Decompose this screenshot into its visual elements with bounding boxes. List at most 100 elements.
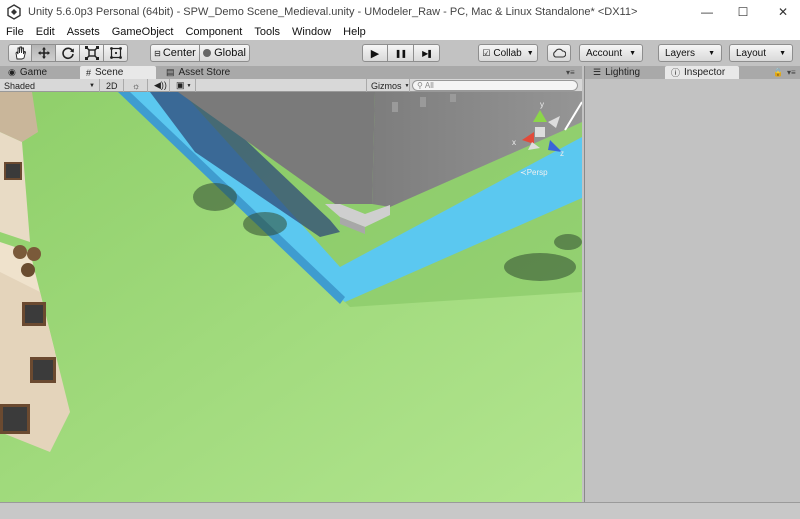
window-title: Unity 5.6.0p3 Personal (64bit) - SPW_Dem…	[28, 6, 638, 18]
tree-shadow	[554, 234, 582, 250]
chevron-down-icon: ▼	[89, 82, 95, 89]
layers-dropdown[interactable]: Layers ▼	[658, 44, 722, 62]
pivot-label: Center	[162, 47, 196, 59]
tree-shadow	[243, 212, 287, 236]
chevron-down-icon: ▼	[526, 49, 534, 57]
status-bar	[0, 502, 800, 519]
tab-inspector[interactable]: ⓘ Inspector	[665, 66, 739, 79]
menu-file[interactable]: File	[0, 24, 30, 40]
hand-tool-button[interactable]	[8, 44, 32, 62]
chevron-down-icon: ▼	[186, 82, 192, 89]
menu-window[interactable]: Window	[286, 24, 337, 40]
tab-asset-store[interactable]: ▤ Asset Store	[160, 66, 250, 79]
tab-scene[interactable]: # Scene	[80, 66, 156, 79]
transform-tools	[8, 44, 128, 62]
rotate-icon	[61, 47, 74, 60]
sun-icon: ☼	[132, 80, 141, 91]
layout-label: Layout	[736, 47, 767, 59]
menu-edit[interactable]: Edit	[30, 24, 61, 40]
tab-inspector-label: Inspector	[684, 67, 726, 78]
collab-dropdown[interactable]: ☑ Collab ▼	[478, 44, 538, 62]
image-icon: ▣	[176, 80, 185, 90]
shading-mode-label: Shaded	[4, 80, 36, 91]
gizmo-x-label: x	[512, 138, 516, 147]
gizmos-dropdown[interactable]: Gizmos ▼	[366, 79, 410, 92]
tree-shadow	[193, 183, 237, 211]
chevron-down-icon: ▼	[779, 49, 786, 57]
scene-viewport[interactable]: y x z ≺Persp	[0, 92, 582, 502]
projection-text: Persp	[526, 168, 548, 177]
rect-tool-button[interactable]	[104, 44, 128, 62]
pause-button[interactable]: ❚❚	[388, 44, 414, 62]
inspector-panel: ☰ Lighting ⓘ Inspector 🔒 ▾≡	[584, 66, 800, 502]
lock-icon[interactable]: 🔒	[773, 68, 783, 77]
store-bag-icon: ▤	[166, 67, 175, 77]
scene-search-input[interactable]: ⚲ All	[412, 80, 578, 91]
rect-transform-icon	[109, 47, 122, 59]
scale-tool-button[interactable]	[80, 44, 104, 62]
hand-icon	[15, 46, 27, 60]
menu-assets[interactable]: Assets	[61, 24, 106, 40]
step-icon: ▶❚	[422, 48, 433, 58]
shading-mode-dropdown[interactable]: Shaded ▼	[0, 79, 100, 92]
panel-menu-icon[interactable]: ▾≡	[566, 68, 575, 77]
audio-toggle-button[interactable]: ◀))	[150, 79, 170, 92]
layout-dropdown[interactable]: Layout ▼	[729, 44, 793, 62]
space-global-button[interactable]: Global	[200, 44, 250, 62]
title-bar: Unity 5.6.0p3 Personal (64bit) - SPW_Dem…	[0, 0, 800, 24]
menu-gameobject[interactable]: GameObject	[106, 24, 180, 40]
menu-help[interactable]: Help	[337, 24, 372, 40]
gizmo-z-label: z	[560, 149, 564, 158]
pivot-icon: ⊟	[154, 48, 161, 58]
menu-tools[interactable]: Tools	[248, 24, 286, 40]
gizmo-center-cube[interactable]	[535, 127, 545, 137]
tab-game[interactable]: ◉ Game	[2, 66, 76, 79]
account-dropdown[interactable]: Account ▼	[579, 44, 643, 62]
tab-lighting-label: Lighting	[605, 67, 641, 78]
collab-label: Collab	[493, 47, 522, 59]
lighting-toggle-button[interactable]: ☼	[128, 79, 148, 92]
close-button[interactable]: ✕	[760, 0, 800, 24]
effects-dropdown[interactable]: ▣ ▼	[172, 79, 196, 92]
battlement	[392, 102, 398, 112]
panel-menu-icon[interactable]: ▾≡	[787, 68, 796, 77]
speaker-icon: ◀))	[154, 80, 167, 90]
move-tool-button[interactable]	[32, 44, 56, 62]
pause-icon: ❚❚	[394, 48, 407, 58]
chevron-down-icon: ▼	[629, 49, 636, 57]
chevron-down-icon: ▼	[404, 82, 410, 89]
menu-bar: File Edit Assets GameObject Component To…	[0, 24, 800, 40]
cloud-button[interactable]	[547, 44, 571, 62]
search-placeholder: All	[424, 81, 434, 90]
scene-render	[0, 92, 582, 502]
info-icon: ⓘ	[671, 68, 681, 78]
pivot-center-button[interactable]: ⊟ Center	[150, 44, 200, 62]
mode-2d-label: 2D	[106, 80, 118, 91]
play-button[interactable]: ▶	[362, 44, 388, 62]
projection-label[interactable]: ≺Persp	[520, 168, 548, 177]
lighting-icon: ☰	[593, 67, 602, 77]
step-button[interactable]: ▶❚	[414, 44, 440, 62]
tab-asset-store-label: Asset Store	[178, 67, 231, 78]
menu-component[interactable]: Component	[179, 24, 248, 40]
globe-icon	[203, 49, 212, 57]
account-label: Account	[586, 47, 623, 59]
scene-view-toolbar: Shaded ▼ 2D ☼ ◀)) ▣ ▼ Gizmos ▼ ⚲ All	[0, 79, 582, 92]
tab-lighting[interactable]: ☰ Lighting	[587, 66, 659, 79]
game-controller-icon: ◉	[8, 67, 16, 77]
unity-editor-window: Unity 5.6.0p3 Personal (64bit) - SPW_Dem…	[0, 0, 800, 519]
cloud-icon	[553, 48, 566, 58]
inspector-tab-bar: ☰ Lighting ⓘ Inspector 🔒 ▾≡	[585, 66, 800, 79]
space-label: Global	[214, 47, 246, 59]
toggle-2d-button[interactable]: 2D	[102, 79, 124, 92]
tab-game-label: Game	[19, 67, 48, 78]
move-icon	[37, 47, 50, 59]
gizmos-label: Gizmos	[371, 80, 402, 91]
play-icon: ▶	[370, 47, 380, 60]
chevron-down-icon: ▼	[708, 49, 715, 57]
rotate-tool-button[interactable]	[56, 44, 80, 62]
search-icon: ⚲	[417, 81, 423, 90]
tab-scene-label: Scene	[95, 67, 124, 78]
layers-label: Layers	[665, 47, 696, 59]
collab-check-icon: ☑	[482, 47, 491, 58]
